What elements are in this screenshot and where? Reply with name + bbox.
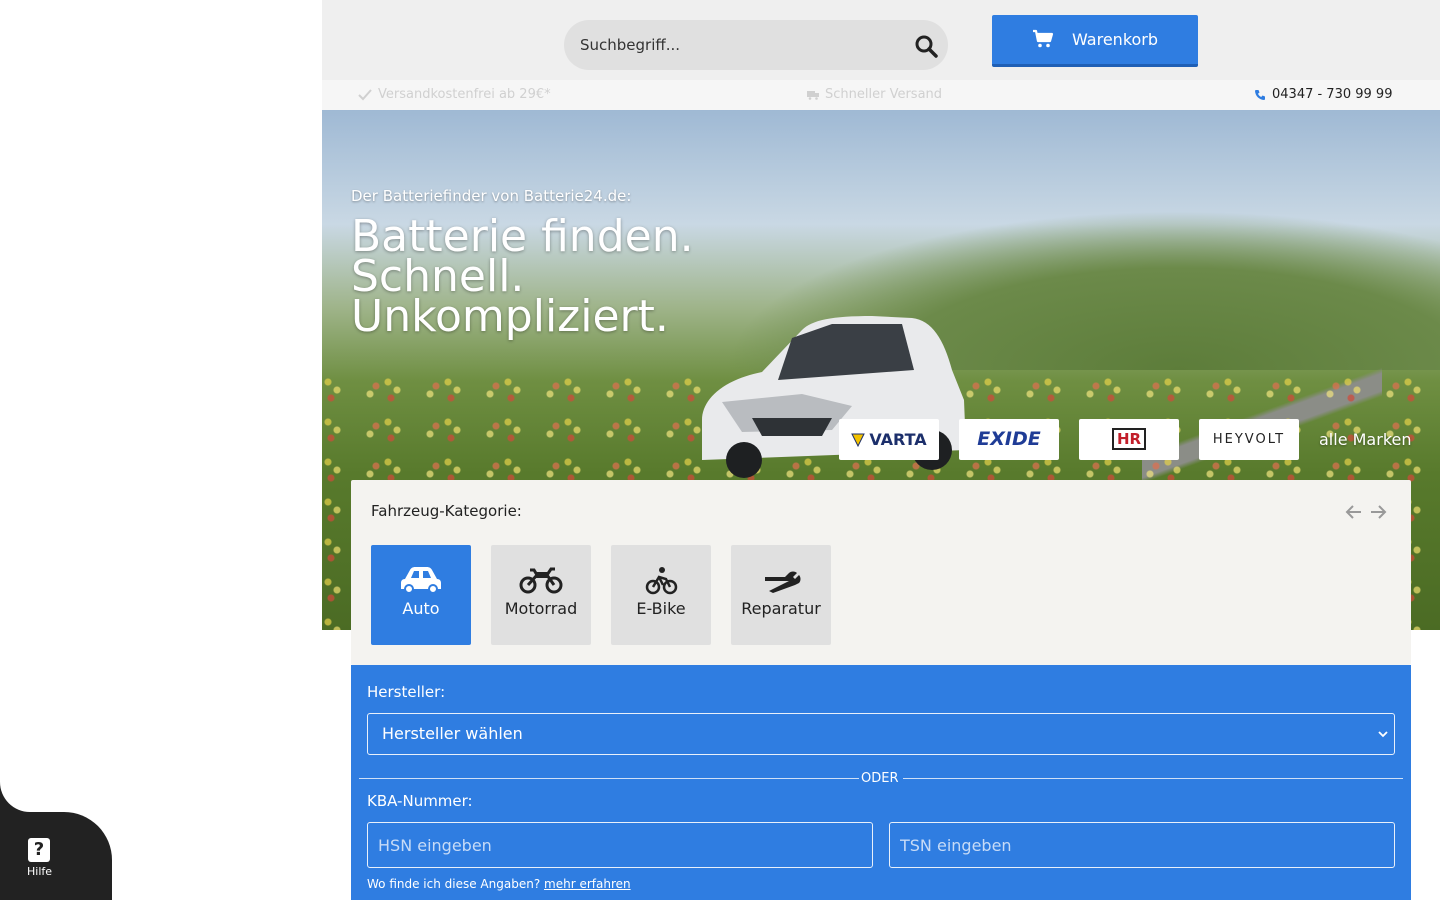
all-brands-link[interactable]: alle Marken: [1319, 430, 1412, 449]
category-tile-auto[interactable]: Auto: [371, 545, 471, 645]
tsn-input[interactable]: [889, 822, 1395, 868]
phone-icon: [1255, 89, 1265, 100]
check-icon: [358, 88, 372, 100]
category-label: Fahrzeug-Kategorie:: [371, 502, 522, 520]
help-widget[interactable]: ? Hilfe: [0, 782, 112, 900]
brand-varta-text: VARTA: [869, 430, 927, 449]
free-shipping-info: Versandkostenfrei ab 29€*: [358, 87, 551, 102]
kba-label: KBA-Nummer:: [367, 792, 473, 810]
category-tile-reparatur[interactable]: Reparatur: [731, 545, 831, 645]
category-tile-ebike[interactable]: E-Bike: [611, 545, 711, 645]
help-question-icon[interactable]: ?: [28, 838, 50, 862]
left-blank-area: [0, 0, 322, 900]
free-shipping-text: Versandkostenfrei ab 29€*: [378, 87, 551, 102]
brand-exide-text: EXIDE: [977, 428, 1041, 450]
phone-info[interactable]: 04347 - 730 99 99: [1254, 87, 1392, 102]
help-label[interactable]: Hilfe: [27, 865, 52, 878]
category-label-reparatur: Reparatur: [741, 599, 821, 618]
brand-logo-varta[interactable]: VARTA: [839, 419, 939, 460]
info-bar: Versandkostenfrei ab 29€* Schneller Vers…: [322, 80, 1440, 110]
brand-heyvolt-text: HEYVOLT: [1212, 432, 1286, 447]
search-icon[interactable]: [914, 34, 938, 58]
brand-logo-exide[interactable]: EXIDE: [959, 419, 1059, 460]
hero-subtitle: Der Batteriefinder von Batterie24.de:: [351, 187, 632, 205]
cart-button[interactable]: Warenkorb: [992, 15, 1198, 67]
vehicle-search-form: Hersteller: Hersteller wählen ODER KBA-N…: [351, 665, 1411, 900]
car-icon: [401, 567, 441, 594]
phone-number[interactable]: 04347 - 730 99 99: [1272, 87, 1392, 102]
hsn-input[interactable]: [367, 822, 873, 868]
category-label-motorrad: Motorrad: [504, 599, 578, 618]
site-header: Warenkorb: [322, 0, 1440, 80]
fast-shipping-text: Schneller Versand: [825, 87, 943, 102]
hero-headline-line-3: Unkompliziert.: [351, 291, 669, 342]
category-tile-motorrad[interactable]: Motorrad: [491, 545, 591, 645]
cart-icon: [1033, 29, 1054, 48]
chevron-down-icon: [1378, 731, 1388, 738]
arrow-left-icon[interactable]: [1344, 502, 1364, 522]
more-info-link[interactable]: mehr erfahren: [544, 877, 631, 891]
arrow-right-icon[interactable]: [1368, 502, 1388, 522]
vehicle-category-card: Fahrzeug-Kategorie: Auto Motorrad E-Bike: [351, 480, 1411, 665]
brand-hr-text: HR: [1111, 428, 1147, 450]
hersteller-label: Hersteller:: [367, 683, 446, 701]
search-input[interactable]: [580, 34, 900, 56]
truck-icon: [807, 90, 819, 100]
hersteller-select[interactable]: Hersteller wählen: [367, 713, 1395, 755]
oder-divider-text: ODER: [861, 771, 899, 786]
varta-shield-icon: [851, 433, 866, 448]
hersteller-select-value: Hersteller wählen: [382, 724, 523, 743]
brand-logo-hr[interactable]: HR: [1079, 419, 1179, 460]
divider-right: [903, 778, 1403, 779]
search-box[interactable]: [564, 20, 948, 70]
divider-left: [359, 778, 859, 779]
wrench-icon: [765, 571, 801, 593]
motorcycle-icon: [519, 567, 563, 594]
category-label-ebike: E-Bike: [636, 599, 686, 618]
cart-label: Warenkorb: [1072, 30, 1159, 49]
fast-shipping-info: Schneller Versand: [807, 87, 942, 102]
category-label-auto: Auto: [402, 599, 440, 618]
kba-hint: Wo finde ich diese Angaben? mehr erfahre…: [367, 877, 631, 891]
kba-hint-text: Wo finde ich diese Angaben?: [367, 877, 541, 891]
bicycle-icon: [645, 567, 678, 595]
brand-logo-heyvolt[interactable]: HEYVOLT: [1199, 419, 1299, 460]
